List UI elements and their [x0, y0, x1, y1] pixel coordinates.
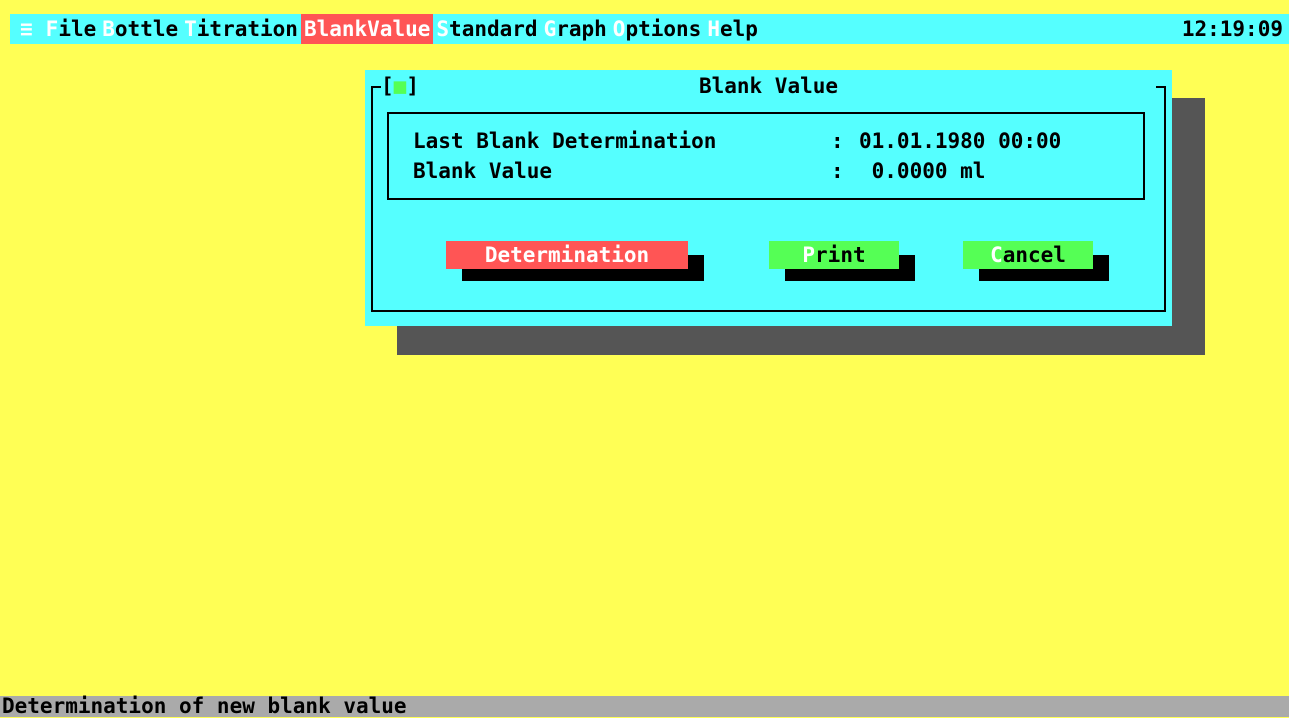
menu-options[interactable]: Options: [610, 14, 705, 44]
menu-titration[interactable]: Titration: [181, 14, 301, 44]
menu-file-hotkey: F: [45, 17, 59, 41]
menu-graph-label: raph: [556, 17, 607, 41]
print-hotkey: P: [802, 243, 816, 267]
system-menu-icon[interactable]: ≡: [10, 14, 43, 44]
menu-blankvalue-hotkey: B: [303, 17, 317, 41]
menu-file[interactable]: File: [43, 14, 100, 44]
clock: 12:19:09: [1181, 17, 1283, 41]
menu-graph[interactable]: Graph: [541, 14, 610, 44]
blank-value-dialog: [■] Blank Value Last Blank Determination…: [365, 70, 1172, 326]
menu-titration-hotkey: T: [184, 17, 197, 41]
menu-graph-hotkey: G: [543, 17, 557, 41]
menu-titration-label: itration: [196, 17, 298, 41]
menu-bottle-hotkey: B: [102, 17, 115, 41]
menu-bottle[interactable]: Bottle: [99, 14, 181, 44]
status-bar: Determination of new blank value: [0, 696, 1289, 717]
menu-file-label: ile: [58, 17, 97, 41]
print-label: rint: [815, 243, 866, 267]
menu-options-hotkey: O: [612, 17, 626, 41]
cancel-button[interactable]: Cancel: [963, 241, 1093, 269]
last-determination-sep: :: [831, 129, 844, 153]
last-determination-value: 01.01.1980 00:00: [859, 129, 1062, 153]
last-determination-row: Last Blank Determination:01.01.1980 00:0…: [413, 128, 1061, 154]
menu-bottle-label: ottle: [114, 17, 179, 41]
dialog-title: Blank Value: [694, 74, 843, 98]
print-button[interactable]: Print: [769, 241, 899, 269]
menu-blankvalue[interactable]: BlankValue: [300, 14, 434, 44]
blank-value-value: 0.0000 ml: [859, 159, 986, 183]
dialog-title-wrap: Blank Value: [381, 74, 1156, 98]
info-panel: Last Blank Determination:01.01.1980 00:0…: [387, 112, 1145, 200]
determination-button[interactable]: Determination: [446, 241, 688, 269]
cancel-hotkey: C: [990, 243, 1003, 267]
menu-options-label: ptions: [625, 17, 702, 41]
dialog-title-bar: [■] Blank Value: [381, 74, 1156, 98]
last-determination-label: Last Blank Determination: [413, 129, 717, 153]
menu-standard-hotkey: S: [436, 17, 450, 41]
blank-value-label: Blank Value: [413, 159, 553, 183]
menu-help-hotkey: H: [707, 17, 720, 41]
menu-standard[interactable]: Standard: [433, 14, 540, 44]
blank-value-sep: :: [831, 159, 844, 183]
menu-bar: ≡ File Bottle Titration BlankValue Stand…: [10, 14, 1289, 44]
menu-blankvalue-label: lankValue: [316, 17, 431, 41]
cancel-label: ancel: [1002, 243, 1066, 267]
menu-help[interactable]: Help: [704, 14, 761, 44]
blank-value-row: Blank Value: 0.0000 ml: [413, 158, 985, 184]
menu-help-label: elp: [719, 17, 758, 41]
menu-standard-label: tandard: [449, 17, 538, 41]
